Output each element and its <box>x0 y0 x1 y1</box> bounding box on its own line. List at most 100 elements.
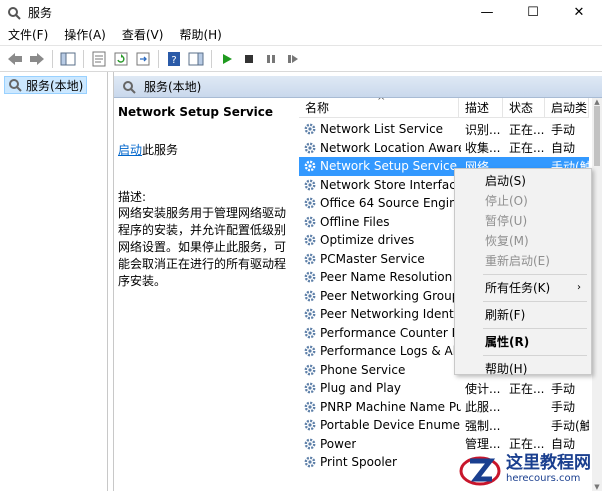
restart-service-button[interactable] <box>283 49 303 69</box>
export-list-button[interactable] <box>133 49 153 69</box>
close-button[interactable]: ✕ <box>556 0 602 25</box>
table-row[interactable]: PNRP Machine Name Pu... 此服... 手动 <box>299 398 589 417</box>
refresh-toolbar-button[interactable] <box>111 49 131 69</box>
submenu-arrow-icon: › <box>577 282 581 293</box>
toolbar-separator <box>158 49 159 68</box>
table-row[interactable]: Network Location Aware... 收集... 正在... 自动 <box>299 139 589 158</box>
row-name-cell: Office 64 Source Engine <box>299 196 461 210</box>
export-list-icon <box>136 52 150 65</box>
show-action-pane-button[interactable] <box>186 49 206 69</box>
service-gear-icon <box>304 142 316 154</box>
service-startup-type: 手动 <box>551 122 576 137</box>
close-icon: ✕ <box>573 5 585 20</box>
service-name: Optimize drives <box>320 233 415 248</box>
minimize-button[interactable]: — <box>464 0 510 25</box>
minimize-icon: — <box>480 5 494 20</box>
scroll-up-icon[interactable]: ▲ <box>592 98 602 106</box>
menu-separator <box>483 355 587 356</box>
row-name-cell: Phone Service <box>299 363 461 377</box>
menu-item-properties[interactable]: 属性(R) <box>455 332 591 352</box>
menu-action[interactable]: 操作(A) <box>56 25 114 45</box>
service-name: Performance Logs & Aler... <box>320 344 461 359</box>
start-service-suffix: 此服务 <box>142 143 179 157</box>
vertical-scrollbar[interactable]: ▲ ▼ <box>592 98 602 491</box>
site-watermark: 这里教程网 herecours.com <box>458 446 602 491</box>
service-gear-icon <box>304 382 316 394</box>
menu-item-resume: 恢复(M) <box>485 234 529 248</box>
tree-item-services-local[interactable]: 服务(本地) <box>4 76 88 94</box>
table-row[interactable]: Plug and Play 使计... 正在... 手动 <box>299 379 589 398</box>
service-name: Power <box>320 436 357 451</box>
service-name: Peer Name Resolution Pr... <box>320 270 461 285</box>
menu-help[interactable]: 帮助(H) <box>171 25 229 45</box>
service-startup-type: 自动 <box>551 141 576 156</box>
back-button[interactable] <box>5 49 25 69</box>
help-toolbar-button[interactable]: ? <box>164 49 184 69</box>
scrollbar-thumb[interactable] <box>594 106 600 166</box>
service-gear-icon <box>304 234 316 246</box>
description-text: 网络安装服务用于管理网络驱动程序的安装，并允许配置低级别网络设置。如果停止此服务… <box>118 206 287 288</box>
back-arrow-icon <box>8 52 22 65</box>
pause-service-button[interactable] <box>261 49 281 69</box>
forward-button[interactable] <box>27 49 47 69</box>
all-tasks-label: 所有任务(K) <box>485 281 551 295</box>
maximize-button[interactable]: ☐ <box>510 0 556 25</box>
services-icon <box>9 79 22 92</box>
service-gear-icon <box>304 345 316 357</box>
service-status: 正在... <box>509 122 545 137</box>
service-name: Network List Service <box>320 122 444 137</box>
column-name-label: 名称 <box>305 100 330 115</box>
start-service-button[interactable] <box>217 49 237 69</box>
toolbar-separator <box>83 49 84 68</box>
toolbar: ? <box>0 45 602 72</box>
menu-view[interactable]: 查看(V) <box>114 25 172 45</box>
service-gear-icon <box>304 271 316 283</box>
row-name-cell: PCMaster Service <box>299 252 461 266</box>
row-name-cell: Offline Files <box>299 215 461 229</box>
selected-service-name: Network Setup Service <box>118 105 274 119</box>
table-row[interactable]: Portable Device Enumera... 强制... 手动(触 <box>299 416 589 435</box>
context-menu: 启动(S) 停止(O) 暂停(U) 恢复(M) 重新启动(E) 所有任务(K) … <box>454 168 592 376</box>
service-gear-icon <box>304 419 316 431</box>
service-name: Phone Service <box>320 362 406 377</box>
start-service-link[interactable]: 启动 <box>118 143 142 157</box>
service-description: 强制... <box>465 418 501 433</box>
maximize-icon: ☐ <box>527 5 539 20</box>
row-name-cell: Network Location Aware... <box>299 141 461 155</box>
service-description: 识别... <box>465 122 501 137</box>
properties-toolbar-button[interactable] <box>89 49 109 69</box>
menu-separator <box>483 328 587 329</box>
pause-icon <box>267 54 275 63</box>
column-header-status[interactable]: 状态 <box>503 98 545 118</box>
row-name-cell: Network Setup Service <box>299 159 461 173</box>
menu-item-start[interactable]: 启动(S) <box>455 171 591 191</box>
column-header-row: 名称 ^ 描述 状态 启动类 <box>299 98 589 118</box>
table-row[interactable]: Network List Service 识别... 正在... 手动 <box>299 120 589 139</box>
window-title: 服务 <box>28 6 53 20</box>
column-header-name[interactable]: 名称 ^ <box>299 98 459 118</box>
show-hide-console-tree-button[interactable] <box>58 49 78 69</box>
menu-item-all-tasks[interactable]: 所有任务(K) › <box>455 278 591 298</box>
console-tree-icon <box>60 52 76 65</box>
service-gear-icon <box>304 456 316 468</box>
service-description: 使计... <box>465 381 501 396</box>
watermark-title: 这里教程网 <box>506 452 591 473</box>
description-pane: Network Setup Service 启动此服务 描述: 网络安装服务用于… <box>118 102 296 482</box>
restart-icon <box>288 54 298 63</box>
menu-file[interactable]: 文件(F) <box>0 25 56 45</box>
service-description: 此服... <box>465 400 501 415</box>
menu-item-refresh[interactable]: 刷新(F) <box>455 305 591 325</box>
row-name-cell: Network List Service <box>299 122 461 136</box>
menu-item-help[interactable]: 帮助(H) <box>455 359 591 379</box>
menu-item-stop: 停止(O) <box>485 194 528 208</box>
tree-item-label: 服务(本地) <box>26 78 84 93</box>
action-pane-icon <box>188 52 204 65</box>
service-gear-icon <box>304 197 316 209</box>
row-name-cell: Performance Logs & Aler... <box>299 344 461 358</box>
stop-service-button[interactable] <box>239 49 259 69</box>
service-name: Network Location Aware... <box>320 140 461 155</box>
row-name-cell: Plug and Play <box>299 381 461 395</box>
service-action-line: 启动此服务 <box>118 141 296 158</box>
column-header-startup-type[interactable]: 启动类 <box>545 98 589 118</box>
column-header-description[interactable]: 描述 <box>459 98 503 118</box>
